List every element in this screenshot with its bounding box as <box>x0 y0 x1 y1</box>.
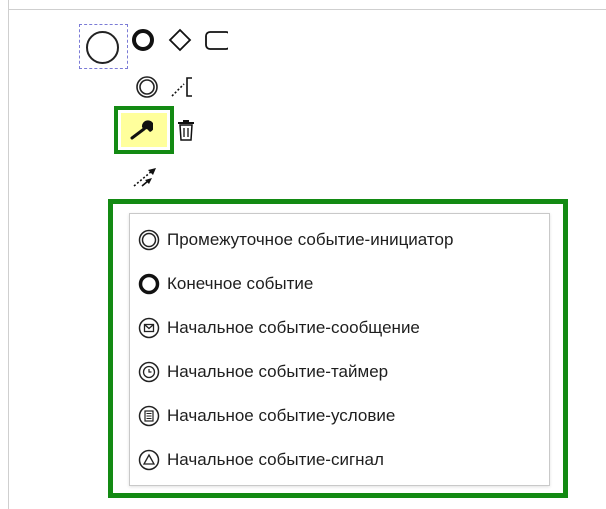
append-text-annotation-button[interactable] <box>170 75 194 99</box>
selected-start-event[interactable] <box>79 24 128 69</box>
gateway-icon <box>168 28 192 52</box>
menu-item-label: Конечное событие <box>167 274 314 293</box>
canvas-border-top <box>8 9 606 10</box>
end-event-icon <box>138 273 160 295</box>
append-task-button[interactable] <box>204 28 228 52</box>
menu-item-label: Начальное событие-сигнал <box>167 450 384 469</box>
delete-button[interactable] <box>174 118 198 142</box>
intermediate-event-icon <box>138 229 160 251</box>
start-event-icon <box>86 31 119 64</box>
signal-event-icon <box>138 449 160 471</box>
conditional-event-icon <box>138 405 160 427</box>
menu-item-message-start-event[interactable]: Начальное событие-сообщение <box>138 308 542 348</box>
end-event-icon <box>132 29 154 51</box>
menu-item-label: Начальное событие-условие <box>167 406 396 425</box>
menu-item-label: Начальное событие-сообщение <box>167 318 420 337</box>
wrench-icon <box>130 120 153 140</box>
connect-button[interactable] <box>132 165 156 189</box>
append-gateway-button[interactable] <box>168 28 192 52</box>
menu-item-intermediate-throw-event[interactable]: Промежуточное событие-инициатор <box>138 220 542 260</box>
connect-arrow-icon <box>133 168 156 187</box>
menu-item-label: Промежуточное событие-инициатор <box>167 230 454 249</box>
change-type-button[interactable] <box>129 118 153 142</box>
timer-event-icon <box>138 361 160 383</box>
menu-item-conditional-start-event[interactable]: Начальное событие-условие <box>138 396 542 436</box>
menu-item-signal-start-event[interactable]: Начальное событие-сигнал <box>138 440 542 480</box>
append-end-event-button[interactable] <box>131 28 155 52</box>
canvas-border-left <box>8 0 9 509</box>
append-intermediate-event-button[interactable] <box>135 75 159 99</box>
intermediate-event-icon <box>136 76 158 98</box>
text-annotation-icon <box>171 77 192 97</box>
diagram-canvas[interactable]: Промежуточное событие-инициатор Конечное… <box>0 0 606 509</box>
menu-item-label: Начальное событие-таймер <box>167 362 389 381</box>
task-icon <box>205 31 228 50</box>
message-event-icon <box>138 317 160 339</box>
menu-item-end-event[interactable]: Конечное событие <box>138 264 542 304</box>
menu-item-timer-start-event[interactable]: Начальное событие-таймер <box>138 352 542 392</box>
trash-icon <box>178 120 194 141</box>
replace-menu: Промежуточное событие-инициатор Конечное… <box>129 213 550 486</box>
